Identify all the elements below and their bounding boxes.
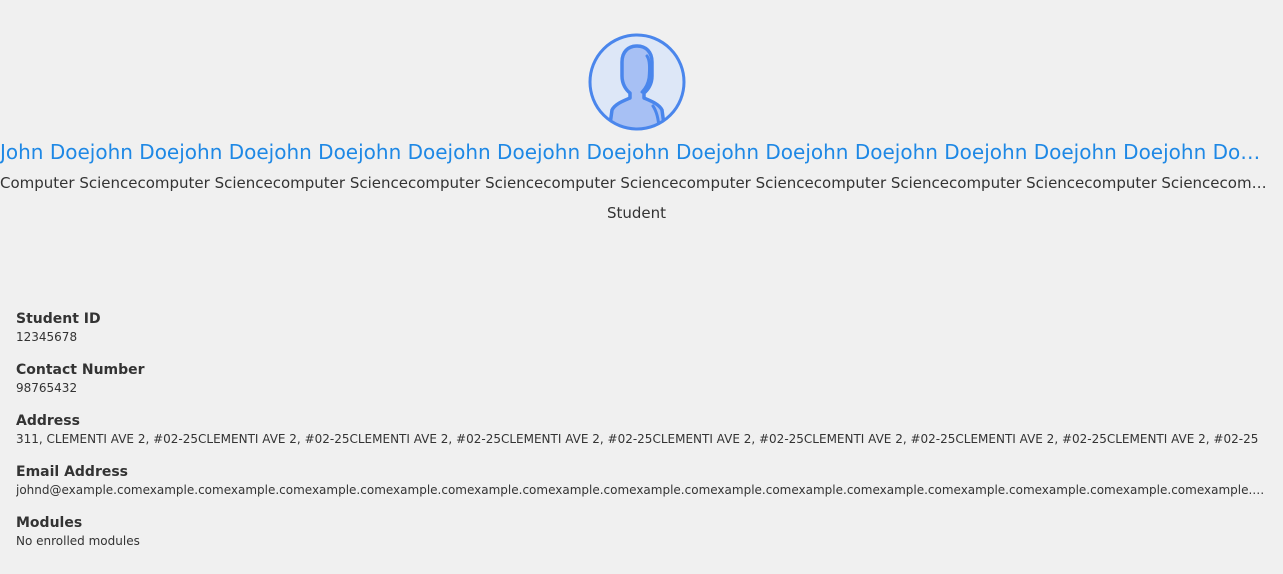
email-field: Email Address johnd@example.comexample.c… [16,462,1265,513]
student-role: Student [606,204,667,222]
student-id-value: 12345678 [16,330,78,344]
address-value: 311, CLEMENTI AVE 2, #02-25CLEMENTI AVE … [16,432,1259,446]
contact-number-value: 98765432 [16,381,78,395]
student-name: John Doejohn Doejohn Doejohn Doejohn Doe… [0,140,1268,164]
student-id-label: Student ID [16,311,101,327]
address-label: Address [16,413,80,429]
contact-number-label: Contact Number [16,362,145,378]
contact-number-field: Contact Number 98765432 [16,360,1265,411]
student-details: Student ID 12345678 Contact Number 98765… [16,309,1265,564]
modules-field: Modules No enrolled modules [16,513,1265,564]
avatar-user-icon [588,33,686,131]
modules-label: Modules [16,515,83,531]
email-label: Email Address [16,464,129,480]
email-value: johnd@example.comexample.comexample.come… [16,483,1265,497]
address-field: Address 311, CLEMENTI AVE 2, #02-25CLEME… [16,411,1265,462]
student-faculty: Computer Sciencecomputer Sciencecomputer… [0,174,1268,192]
modules-value: No enrolled modules [16,534,140,548]
student-id-field: Student ID 12345678 [16,309,1265,360]
